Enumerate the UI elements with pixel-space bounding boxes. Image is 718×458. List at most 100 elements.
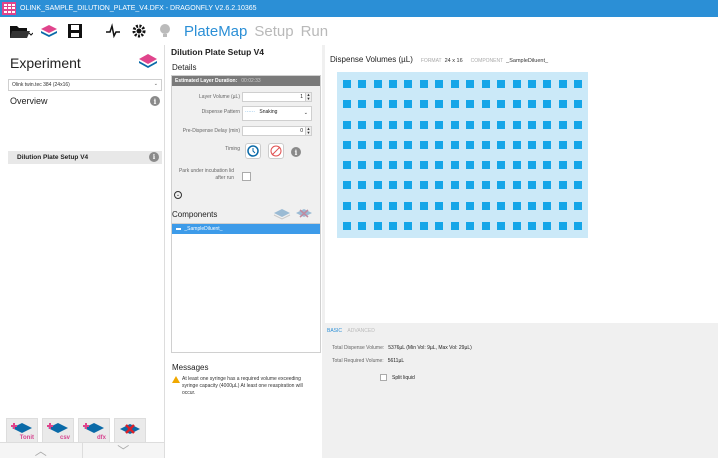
plate-well[interactable] (354, 155, 369, 175)
plate-well[interactable] (432, 135, 447, 155)
plate-well[interactable] (571, 135, 586, 155)
plate-well[interactable] (463, 74, 478, 94)
plate-well[interactable] (540, 94, 555, 114)
plate-stack-icon[interactable] (138, 53, 158, 71)
stepper-icon[interactable]: ▲ ▼ (305, 127, 311, 135)
plate-well[interactable] (524, 135, 539, 155)
plate-well[interactable] (555, 135, 570, 155)
plate-well[interactable] (555, 74, 570, 94)
info-icon[interactable]: i (291, 147, 301, 157)
scroll-down-button[interactable]: ﹀ (82, 442, 165, 458)
plate-well[interactable] (571, 115, 586, 135)
plate-well[interactable] (555, 175, 570, 195)
plate-well[interactable] (416, 216, 431, 236)
plate-well[interactable] (540, 196, 555, 216)
plate-well[interactable] (463, 196, 478, 216)
plate-well[interactable] (509, 196, 524, 216)
plate-well[interactable] (354, 74, 369, 94)
plate-well[interactable] (354, 135, 369, 155)
plate-well[interactable] (540, 115, 555, 135)
plate-well[interactable] (447, 175, 462, 195)
plate-well[interactable] (401, 135, 416, 155)
plate-well[interactable] (571, 94, 586, 114)
plate-well[interactable] (524, 216, 539, 236)
plate-well[interactable] (493, 196, 508, 216)
plate-well[interactable] (447, 155, 462, 175)
plate-well[interactable] (370, 175, 385, 195)
plate-well[interactable] (493, 74, 508, 94)
plate-well[interactable] (401, 196, 416, 216)
plate-well[interactable] (555, 196, 570, 216)
plate-well[interactable] (555, 155, 570, 175)
plate-well[interactable] (540, 74, 555, 94)
plate-well[interactable] (432, 175, 447, 195)
plate-well[interactable] (463, 94, 478, 114)
plate-well[interactable] (524, 155, 539, 175)
plate-well[interactable] (493, 94, 508, 114)
layer-volume-input[interactable]: 1 ▲ ▼ (242, 92, 312, 102)
plate-type-select[interactable]: Olink twin.tec 384 (24x16) ⌄ (8, 79, 162, 91)
plate-list-item[interactable]: Dilution Plate Setup V4 i (8, 151, 162, 164)
plate-layers-icon[interactable] (38, 20, 60, 42)
plate-well[interactable] (493, 115, 508, 135)
plate-well[interactable] (385, 135, 400, 155)
add-component-icon[interactable] (273, 208, 291, 222)
import-tonit-button[interactable]: Tonit (6, 418, 38, 444)
plate-well[interactable] (432, 94, 447, 114)
plate-well[interactable] (370, 155, 385, 175)
plate-well[interactable] (370, 74, 385, 94)
info-icon[interactable]: i (149, 152, 159, 162)
plate-well[interactable] (432, 115, 447, 135)
component-item[interactable]: _SampleDiluent_ (172, 224, 320, 234)
plate-well[interactable] (463, 175, 478, 195)
tab-basic[interactable]: BASIC (327, 328, 342, 334)
plate-well[interactable] (493, 135, 508, 155)
lightbulb-icon[interactable] (154, 20, 176, 42)
plate-well[interactable] (401, 74, 416, 94)
stepper-icon[interactable]: ▲ ▼ (305, 93, 311, 101)
plate-well[interactable] (509, 175, 524, 195)
plate-well[interactable] (447, 135, 462, 155)
plate-well[interactable] (447, 74, 462, 94)
plate-well[interactable] (555, 216, 570, 236)
plate-well[interactable] (432, 196, 447, 216)
plate-well[interactable] (401, 216, 416, 236)
plate-well[interactable] (339, 94, 354, 114)
plate-well[interactable] (463, 155, 478, 175)
plate-well[interactable] (385, 216, 400, 236)
plate-well[interactable] (478, 155, 493, 175)
plate-well[interactable] (571, 155, 586, 175)
plate-well[interactable] (447, 196, 462, 216)
plate-well[interactable] (401, 115, 416, 135)
plate-well[interactable] (339, 135, 354, 155)
import-dfx-button[interactable]: dfx (78, 418, 110, 444)
plate-well[interactable] (509, 155, 524, 175)
plate-well[interactable] (416, 115, 431, 135)
plate-well[interactable] (432, 216, 447, 236)
split-liquid-checkbox[interactable] (380, 374, 387, 381)
scroll-up-button[interactable]: ︿ (0, 442, 83, 458)
plate-well[interactable] (447, 115, 462, 135)
plate-well[interactable] (354, 115, 369, 135)
plate-well[interactable] (509, 94, 524, 114)
plate-well[interactable] (509, 115, 524, 135)
signal-icon[interactable] (102, 20, 124, 42)
plate-well[interactable] (509, 135, 524, 155)
plate-well[interactable] (370, 216, 385, 236)
plate-well[interactable] (571, 74, 586, 94)
plate-well[interactable] (493, 155, 508, 175)
plate-well[interactable] (555, 115, 570, 135)
plate-well[interactable] (571, 175, 586, 195)
plate-well[interactable] (524, 196, 539, 216)
plate-well[interactable] (524, 74, 539, 94)
plate-well[interactable] (416, 175, 431, 195)
tab-platemap[interactable]: PlateMap (184, 23, 247, 40)
plate-well[interactable] (370, 196, 385, 216)
save-icon[interactable] (64, 20, 86, 42)
plate-well[interactable] (339, 155, 354, 175)
plate-well[interactable] (370, 115, 385, 135)
plate-well[interactable] (385, 115, 400, 135)
plate-well[interactable] (339, 216, 354, 236)
tab-advanced[interactable]: ADVANCED (347, 328, 374, 334)
plate-well[interactable] (401, 155, 416, 175)
